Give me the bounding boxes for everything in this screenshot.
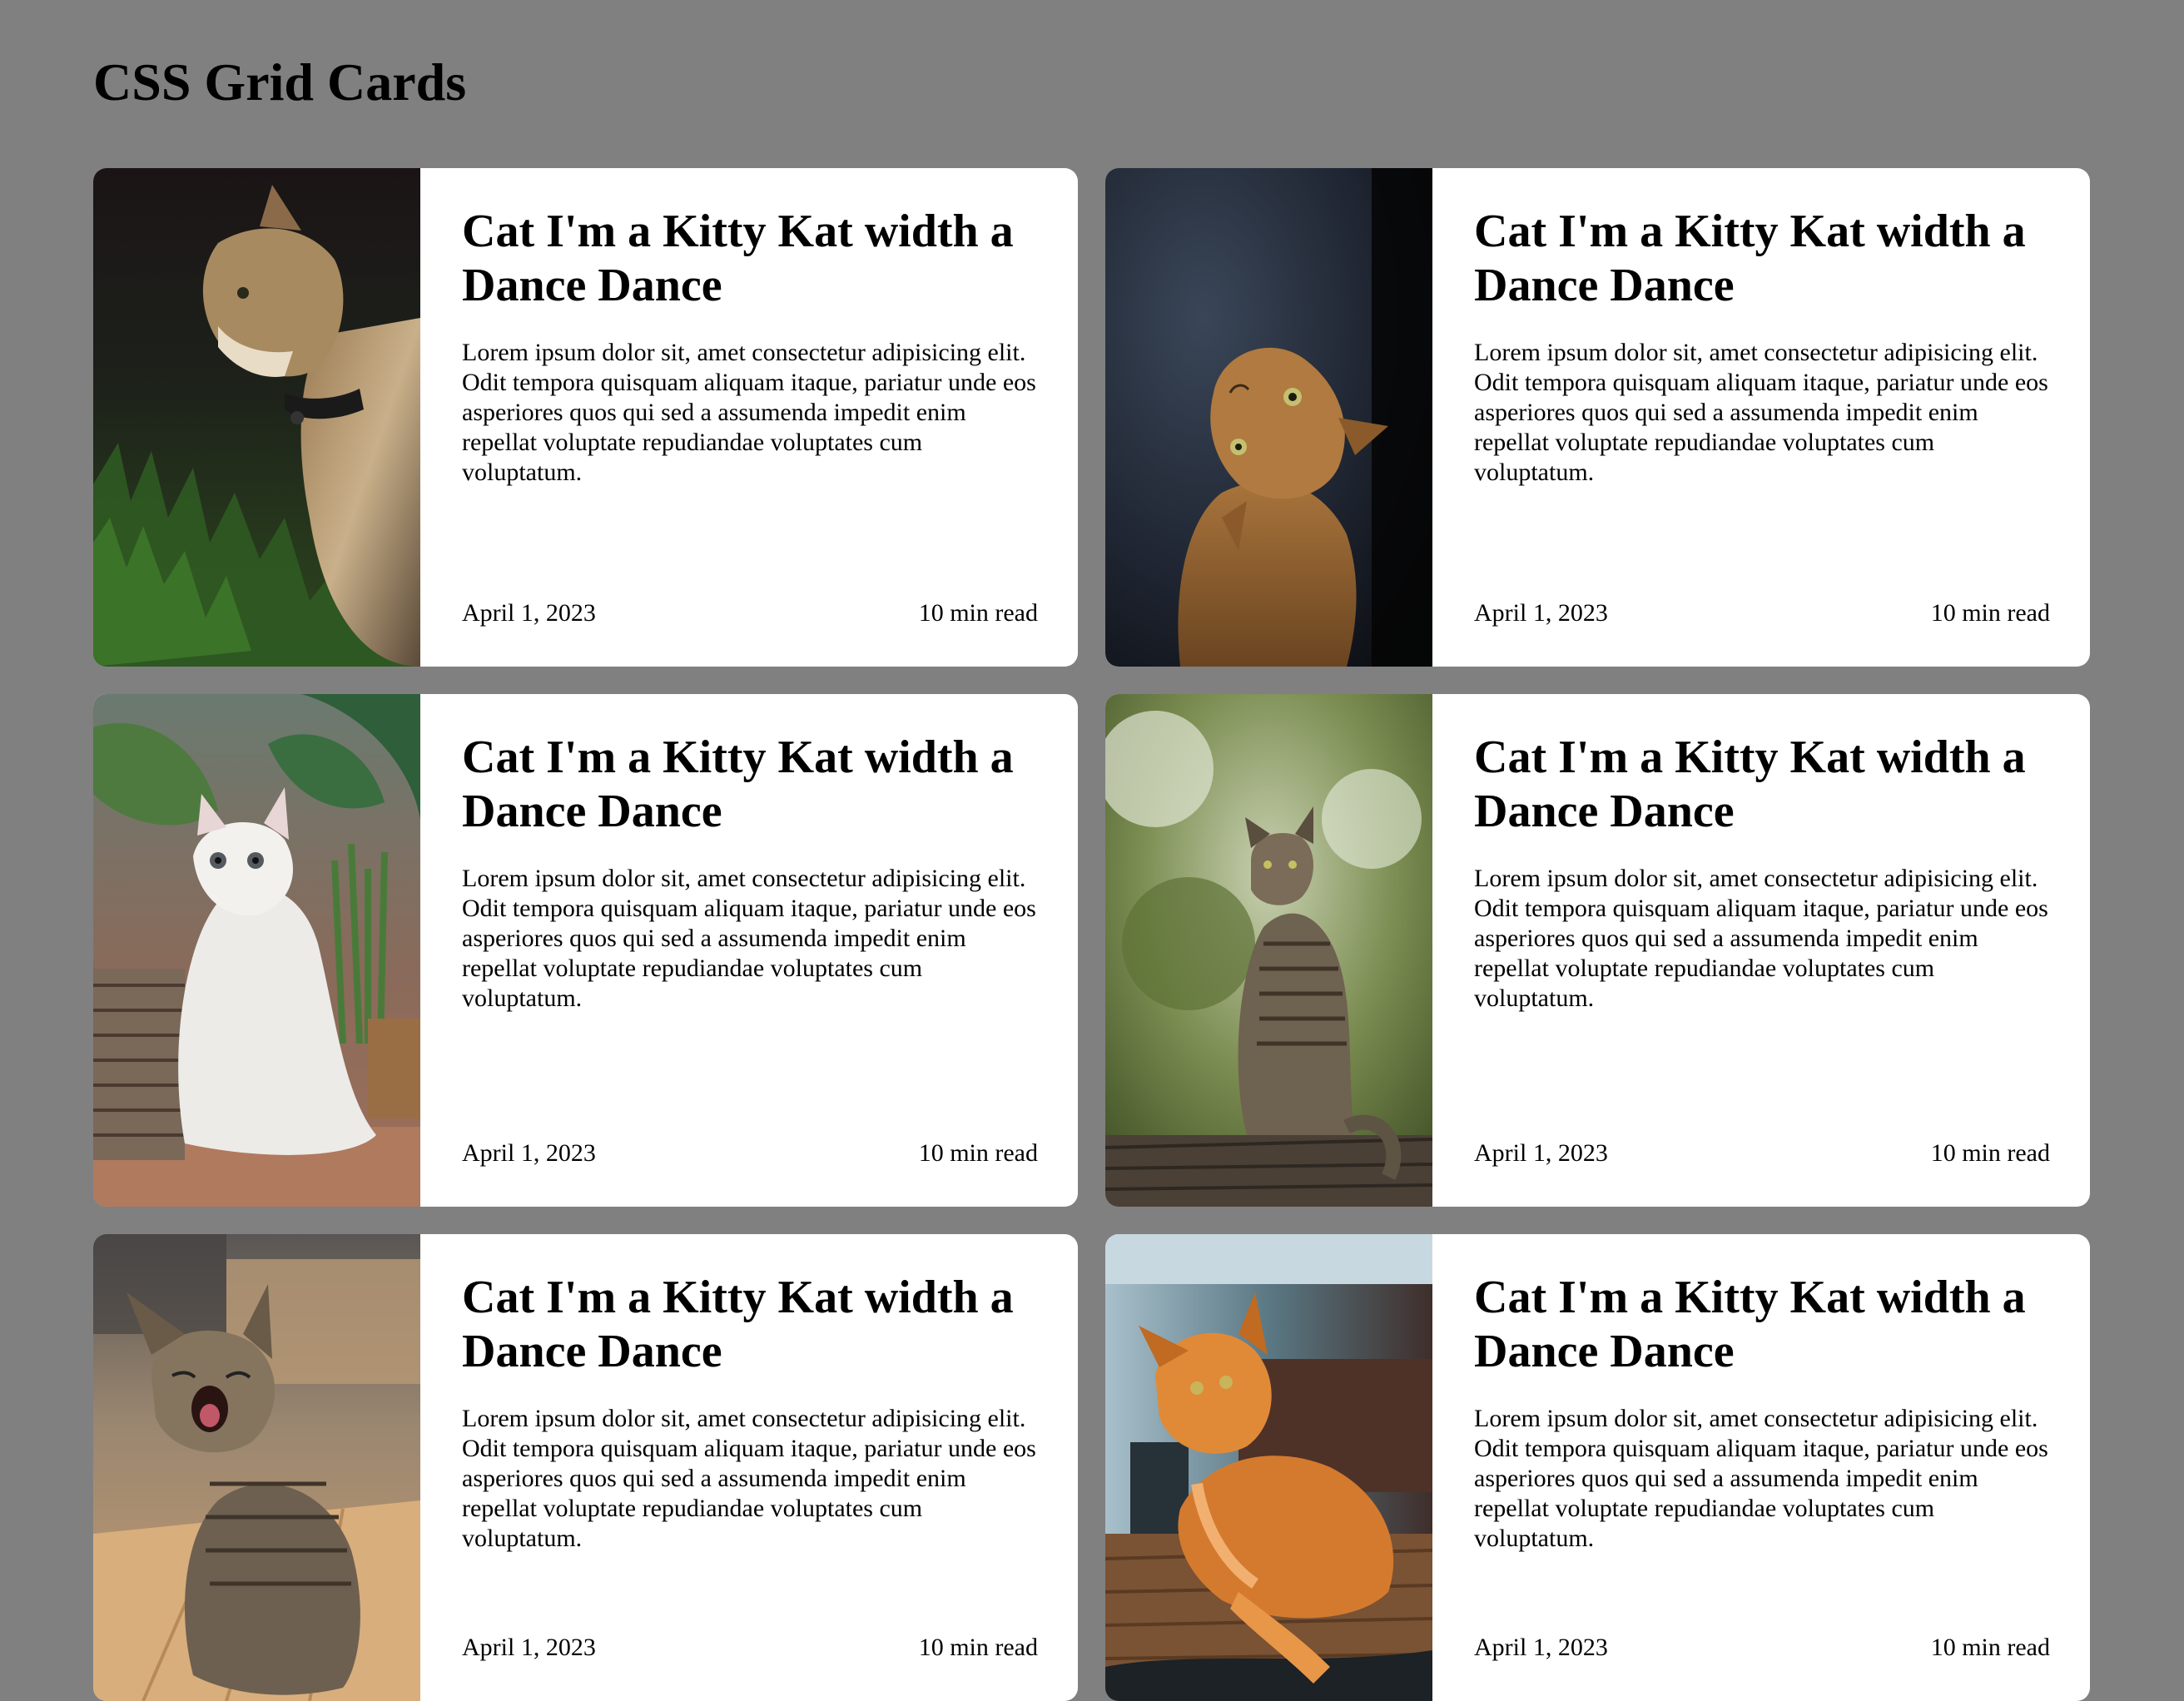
card-read-time: 10 min read (1930, 599, 2050, 627)
card-body: Cat I'm a Kitty Kat width a Dance Dance … (1432, 1234, 2090, 1701)
card-read-time: 10 min read (918, 1139, 1038, 1167)
card-title[interactable]: Cat I'm a Kitty Kat width a Dance Dance (1474, 1271, 2057, 1379)
cat-photo-ginger-lying-table (1105, 1234, 1432, 1701)
cat-photo-tabby-on-fence (1105, 694, 1432, 1207)
card-read-time: 10 min read (918, 1634, 1038, 1661)
card-text: Lorem ipsum dolor sit, amet consectetur … (1474, 339, 2048, 486)
card-body: Cat I'm a Kitty Kat width a Dance Dance … (1432, 694, 2090, 1207)
card-read-time: 10 min read (1930, 1634, 2050, 1661)
card[interactable]: Cat I'm a Kitty Kat width a Dance Dance … (1105, 694, 2090, 1207)
card-date: April 1, 2023 (462, 1634, 596, 1661)
card[interactable]: Cat I'm a Kitty Kat width a Dance Dance … (93, 168, 1078, 667)
card-title[interactable]: Cat I'm a Kitty Kat width a Dance Dance (1474, 205, 2057, 313)
card-body: Cat I'm a Kitty Kat width a Dance Dance … (420, 1234, 1078, 1701)
cat-photo-kitten-yawning (93, 1234, 420, 1701)
card-text: Lorem ipsum dolor sit, amet consectetur … (462, 339, 1036, 486)
card[interactable]: Cat I'm a Kitty Kat width a Dance Dance … (93, 1234, 1078, 1701)
card[interactable]: Cat I'm a Kitty Kat width a Dance Dance … (93, 694, 1078, 1207)
cat-photo-white-fluffy-plants (93, 694, 420, 1207)
card-body: Cat I'm a Kitty Kat width a Dance Dance … (1432, 168, 2090, 667)
card[interactable]: Cat I'm a Kitty Kat width a Dance Dance … (1105, 168, 2090, 667)
card-title[interactable]: Cat I'm a Kitty Kat width a Dance Dance (462, 1271, 1045, 1379)
card-body: Cat I'm a Kitty Kat width a Dance Dance … (420, 168, 1078, 667)
card-read-time: 10 min read (918, 599, 1038, 627)
cat-photo-calico-grass (93, 168, 420, 667)
card-text: Lorem ipsum dolor sit, amet consectetur … (1474, 865, 2048, 1012)
card-date: April 1, 2023 (1474, 1634, 1608, 1661)
card-date: April 1, 2023 (1474, 1139, 1608, 1167)
card-text: Lorem ipsum dolor sit, amet consectetur … (462, 1405, 1036, 1552)
card-title[interactable]: Cat I'm a Kitty Kat width a Dance Dance (462, 205, 1045, 313)
card-date: April 1, 2023 (462, 1139, 596, 1167)
card-text: Lorem ipsum dolor sit, amet consectetur … (462, 865, 1036, 1012)
card-text: Lorem ipsum dolor sit, amet consectetur … (1474, 1405, 2048, 1552)
cat-photo-orange-looking-up (1105, 168, 1432, 667)
card-title[interactable]: Cat I'm a Kitty Kat width a Dance Dance (1474, 731, 2057, 839)
card-read-time: 10 min read (1930, 1139, 2050, 1167)
card-body: Cat I'm a Kitty Kat width a Dance Dance … (420, 694, 1078, 1207)
card-date: April 1, 2023 (1474, 599, 1608, 627)
card[interactable]: Cat I'm a Kitty Kat width a Dance Dance … (1105, 1234, 2090, 1701)
card-date: April 1, 2023 (462, 599, 596, 627)
card-title[interactable]: Cat I'm a Kitty Kat width a Dance Dance (462, 731, 1045, 839)
page-title: CSS Grid Cards (93, 52, 467, 112)
